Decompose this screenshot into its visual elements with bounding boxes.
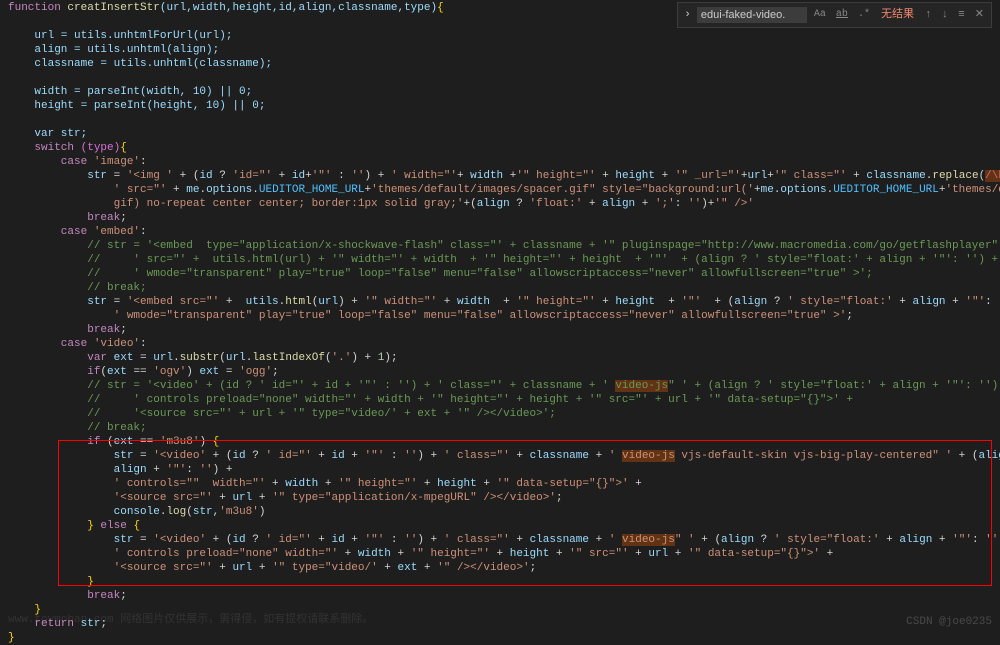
code-editor[interactable]: function creatInsertStr(url,width,height… xyxy=(0,0,1000,645)
close-icon[interactable]: ✕ xyxy=(972,8,987,22)
code-line: url = utils.unhtmlForUrl(url); xyxy=(8,30,232,42)
prev-match-icon[interactable]: ↑ xyxy=(922,8,935,22)
comment: // break; xyxy=(8,422,147,434)
code-line: align = utils.unhtml(align); xyxy=(8,44,219,56)
regex-highlight: /\bvideo-js\b/ xyxy=(985,170,1000,182)
code-line: var str; xyxy=(8,128,87,140)
selection-icon[interactable]: ≡ xyxy=(955,8,968,22)
comment: // str = '<embed type="application/x-sho… xyxy=(8,240,1000,252)
brace: { xyxy=(120,142,127,154)
code-line: classname = utils.unhtml(classname); xyxy=(8,58,272,70)
comment: // str = '<video' + (id ? ' id="' + id +… xyxy=(8,380,615,392)
match-case[interactable]: Aa xyxy=(811,6,829,24)
highlight: video-js xyxy=(615,380,668,392)
next-match-icon[interactable]: ↓ xyxy=(939,8,952,22)
code-line: width = parseInt(width, 10) || 0; xyxy=(8,86,252,98)
params: (url,width,height,id,align,classname,typ… xyxy=(160,2,437,14)
expand-icon[interactable]: › xyxy=(682,8,693,22)
keyword: function xyxy=(8,2,67,14)
brace: { xyxy=(437,2,444,14)
highlight: video-js xyxy=(622,450,675,462)
highlight: video-js xyxy=(622,534,675,546)
comment: // ' controls preload="none" width="' + … xyxy=(8,394,853,406)
code-line: height = parseInt(height, 10) || 0; xyxy=(8,100,265,112)
comment: " ' + (align ? ' style="float:' + align … xyxy=(668,380,1000,392)
find-widget[interactable]: › Aa ab .* 无结果 ↑ ↓ ≡ ✕ xyxy=(677,2,992,28)
watermark-left: www.toymoban.com 网络图片仅供展示，需得侵，如有提权请联系删除。 xyxy=(8,613,373,627)
function-name: creatInsertStr xyxy=(67,2,159,14)
keyword: switch xyxy=(8,142,81,154)
comment: // ' src="' + utils.html(url) + '" width… xyxy=(8,254,998,266)
watermark: CSDN @joe0235 xyxy=(906,615,992,629)
search-result: 无结果 xyxy=(877,8,918,22)
match-word[interactable]: ab xyxy=(833,6,851,24)
paren: (type) xyxy=(81,142,121,154)
search-input[interactable] xyxy=(697,7,807,23)
regex-toggle[interactable]: .* xyxy=(855,6,873,24)
comment: // '<source src="' + url + '" type="vide… xyxy=(8,408,556,420)
comment: // break; xyxy=(8,282,147,294)
comment: // ' wmode="transparent" play="true" loo… xyxy=(8,268,873,280)
